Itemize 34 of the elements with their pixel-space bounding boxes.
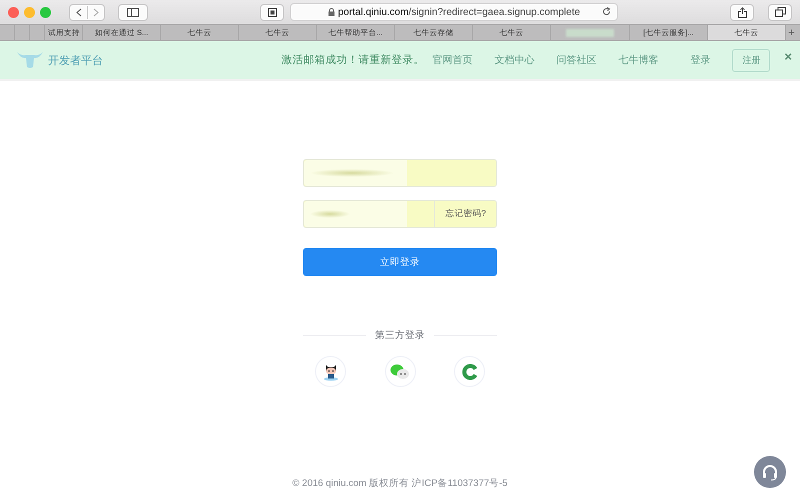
sidebar-icon (127, 8, 139, 16)
sidebar-button[interactable] (118, 4, 148, 20)
username-field[interactable] (303, 159, 497, 187)
c-logo-icon (462, 364, 478, 380)
address-bar[interactable]: portal.qiniu.com/signin?redirect=gaea.signup.complete (290, 3, 618, 21)
support-button[interactable] (754, 456, 786, 488)
octocat-icon (322, 362, 338, 380)
chevron-left-icon (76, 8, 82, 16)
chat-bubbles-icon (390, 364, 410, 380)
two-squares-icon (774, 7, 786, 17)
password-field[interactable]: 忘记密码? (303, 200, 497, 228)
reader-button[interactable] (260, 4, 284, 20)
window-controls-icon[interactable] (8, 6, 51, 18)
blurred-tab-title (566, 28, 614, 36)
new-tab-button[interactable]: + (786, 25, 797, 40)
octocat-login-button[interactable] (315, 356, 346, 387)
chevron-right-icon (92, 8, 98, 16)
headset-icon (761, 463, 779, 481)
share-button[interactable] (730, 4, 754, 20)
lock-icon (328, 8, 335, 16)
third-party-login-title: 第三方登录 (375, 329, 425, 342)
chat-bubbles-login-button[interactable] (384, 356, 416, 387)
share-icon (738, 6, 746, 18)
back-forward-button[interactable] (69, 4, 105, 20)
tabs-overview-button[interactable] (768, 4, 792, 20)
c-logo-login-button[interactable] (454, 356, 485, 387)
forgot-password-link[interactable]: 忘记密码? (434, 201, 496, 227)
bull-head-logo-icon (16, 50, 44, 70)
login-button[interactable]: 立即登录 (303, 248, 497, 276)
url-text: portal.qiniu.com/signin?redirect=gaea.signup.complete (338, 6, 580, 18)
reload-icon[interactable] (602, 7, 611, 16)
square-icon (268, 8, 276, 16)
notice-message: 激活邮箱成功！请重新登录。 (281, 53, 424, 67)
copyright-text: © 2016 qiniu.com 版权所有 沪ICP备11037377号-5 (292, 478, 508, 489)
